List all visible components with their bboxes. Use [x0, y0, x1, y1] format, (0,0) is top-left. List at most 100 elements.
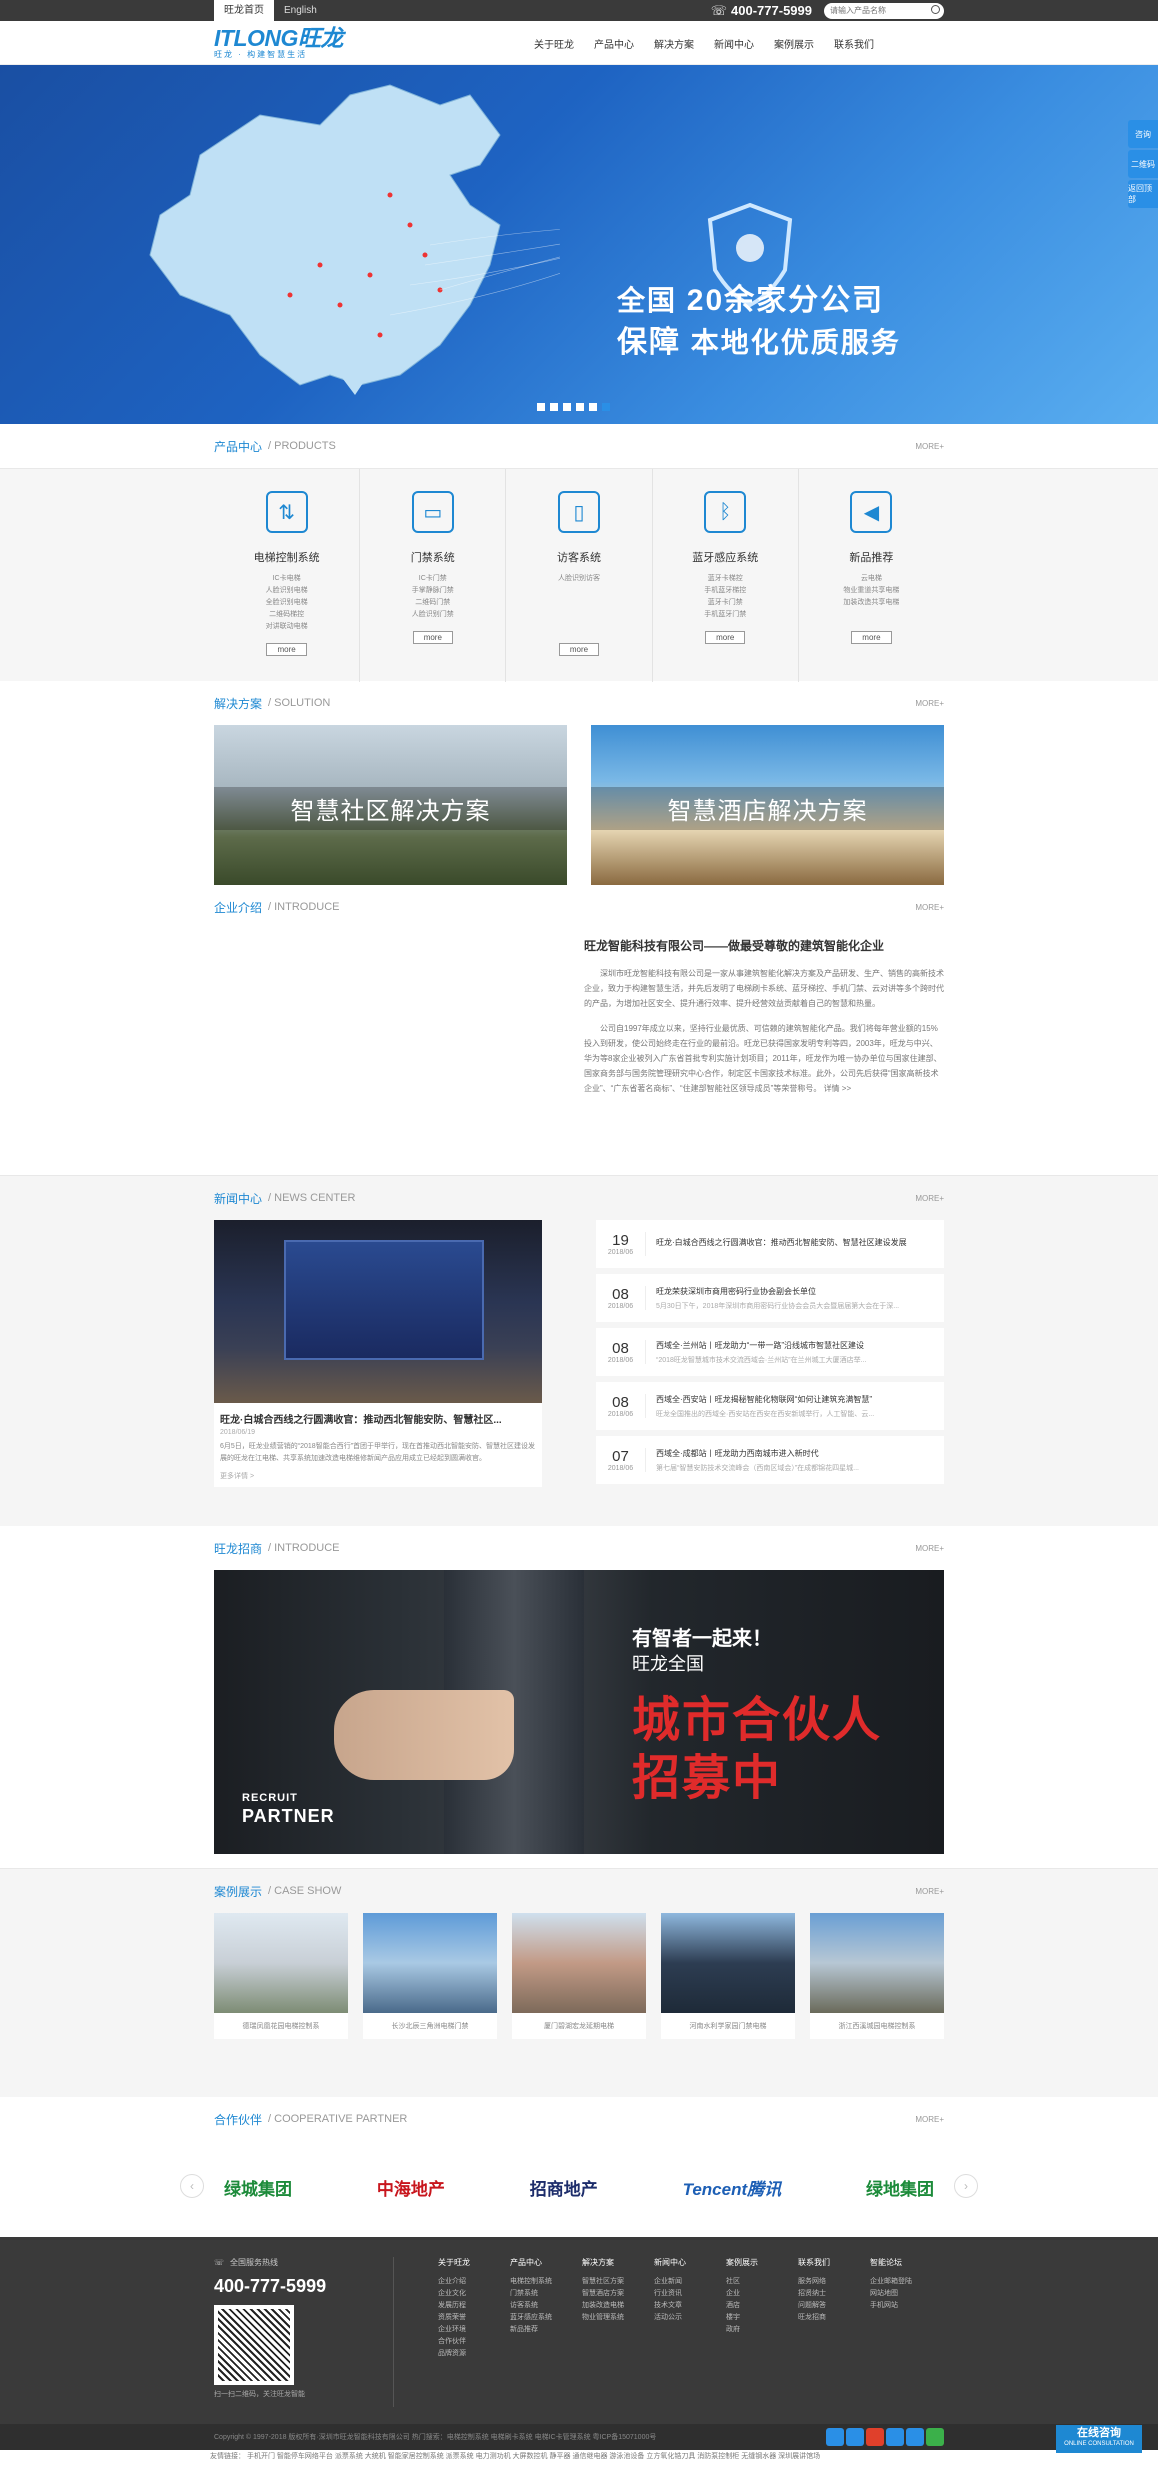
banner-dot[interactable]: [537, 403, 545, 411]
product-card[interactable]: ⇅ 电梯控制系统 IC卡电梯 人脸识别电梯 全脸识别电梯 二维码梯控 对讲联动电…: [214, 469, 361, 682]
product-sub[interactable]: 加装改造共享电梯: [843, 597, 899, 609]
product-sub[interactable]: 物业重道共享电梯: [843, 585, 899, 597]
news-title[interactable]: 西域全·兰州站丨旺龙助力“一带一路”沿线城市智慧社区建设: [656, 1340, 866, 1351]
partner-logo[interactable]: 招商地产: [530, 2175, 598, 2200]
nav-solutions[interactable]: 解决方案: [644, 36, 704, 51]
back-to-top-button[interactable]: 返回顶部: [1128, 180, 1158, 208]
case-caption[interactable]: 德瑞凤凰花园电梯控制系: [214, 2013, 348, 2039]
footer-link[interactable]: 企业邮箱登陆: [870, 2276, 942, 2288]
news-item[interactable]: 08 2018/06 西域全·西安站丨旺龙揭秘智能化物联网“如何让建筑充满智慧” 旺…: [596, 1382, 944, 1430]
footer-col-heading[interactable]: 智能论坛: [870, 2257, 942, 2268]
more-link[interactable]: MORE+: [915, 1194, 944, 1203]
product-sub[interactable]: 二维码梯控: [269, 609, 304, 621]
chevron-right-icon[interactable]: ›: [954, 2174, 978, 2198]
product-more-button[interactable]: more: [705, 631, 746, 644]
footer-link[interactable]: 企业: [726, 2288, 798, 2300]
footer-link[interactable]: 发展历程: [438, 2300, 510, 2312]
product-sub[interactable]: IC卡电梯: [273, 573, 301, 585]
case-image[interactable]: [512, 1913, 646, 2013]
solution-card-community[interactable]: 智慧社区解决方案: [214, 725, 567, 885]
footer-link[interactable]: 企业介绍: [438, 2276, 510, 2288]
footer-link[interactable]: 企业环境: [438, 2324, 510, 2336]
nav-contact[interactable]: 联系我们: [824, 36, 884, 51]
case-image[interactable]: [661, 1913, 795, 2013]
case-card[interactable]: 长沙北辰三角洲电梯门禁: [363, 1913, 497, 2039]
footer-link[interactable]: 服务网络: [798, 2276, 870, 2288]
product-sub[interactable]: 人脸识别电梯: [266, 585, 308, 597]
product-sub[interactable]: 手机蓝牙门禁: [704, 609, 746, 621]
nav-news[interactable]: 新闻中心: [704, 36, 764, 51]
banner-dot[interactable]: [589, 403, 597, 411]
nav-products[interactable]: 产品中心: [584, 36, 644, 51]
case-card[interactable]: 德瑞凤凰花园电梯控制系: [214, 1913, 348, 2039]
product-sub[interactable]: 全脸识别电梯: [266, 597, 308, 609]
banner-dot[interactable]: [550, 403, 558, 411]
product-sub[interactable]: IC卡门禁: [419, 573, 447, 585]
footer-link[interactable]: 技术文章: [654, 2300, 726, 2312]
news-feature-title[interactable]: 旺龙·白城合西线之行圆满收官：推动西北智能安防、智慧社区... 2018/06/…: [214, 1403, 542, 1441]
case-caption[interactable]: 厦门碧湖宏龙延期电梯: [512, 2013, 646, 2039]
footer-link[interactable]: 企业新闻: [654, 2276, 726, 2288]
banner-dot-active[interactable]: [602, 403, 610, 411]
product-more-button[interactable]: more: [266, 643, 307, 656]
footer-link[interactable]: 行业资讯: [654, 2288, 726, 2300]
more-link[interactable]: MORE+: [915, 699, 944, 708]
news-feature[interactable]: 旺龙·白城合西线之行圆满收官：推动西北智能安防、智慧社区... 2018/06/…: [214, 1220, 542, 1487]
footer-link[interactable]: 社区: [726, 2276, 798, 2288]
news-item[interactable]: 07 2018/06 西域全·成都站丨旺龙助力西南城市进入新时代 第七届“智慧安防技…: [596, 1436, 944, 1484]
product-card[interactable]: ᛒ 蓝牙感应系统 蓝牙卡梯控 手机蓝牙梯控 蓝牙卡门禁 手机蓝牙门禁 more: [653, 469, 799, 682]
footer-link[interactable]: 智慧社区方案: [582, 2276, 654, 2288]
friend-links[interactable]: 友情链接： 手机开门 智能停车网络平台 派票系统 大统机 智能家居控制系统 派票…: [0, 2450, 1158, 2464]
chevron-left-icon[interactable]: ‹: [180, 2174, 204, 2198]
hero-banner[interactable]: 全国 20余家分公司 保障 本地化优质服务: [0, 65, 1158, 424]
product-sub[interactable]: 二维码门禁: [415, 597, 450, 609]
share-weibo-icon[interactable]: [866, 2428, 884, 2446]
product-more-button[interactable]: more: [851, 631, 892, 644]
product-card[interactable]: ▯ 访客系统 人脸识别访客 more: [506, 469, 653, 682]
footer-link[interactable]: 企业文化: [438, 2288, 510, 2300]
footer-link[interactable]: 问题解答: [798, 2300, 870, 2312]
recruit-banner[interactable]: 有智者一起来！ 旺龙全国 城市合伙人 招募中 RECRUIT PARTNER: [214, 1570, 944, 1854]
product-sub[interactable]: 云电梯: [861, 573, 882, 585]
search-input[interactable]: [824, 2, 944, 19]
product-sub[interactable]: 蓝牙卡门禁: [708, 597, 743, 609]
footer-col-heading[interactable]: 联系我们: [798, 2257, 870, 2268]
product-sub[interactable]: 对讲联动电梯: [266, 621, 308, 633]
case-card[interactable]: 厦门碧湖宏龙延期电梯: [512, 1913, 646, 2039]
footer-link[interactable]: 楼宇: [726, 2312, 798, 2324]
footer-link[interactable]: 加装改造电梯: [582, 2300, 654, 2312]
footer-link[interactable]: 旺龙招商: [798, 2312, 870, 2324]
footer-link[interactable]: 资质荣誉: [438, 2312, 510, 2324]
news-feature-image[interactable]: [214, 1220, 542, 1403]
product-card[interactable]: ▭ 门禁系统 IC卡门禁 手掌静脉门禁 二维码门禁 人脸识别门禁 more: [360, 469, 507, 682]
product-more-button[interactable]: more: [558, 643, 600, 656]
footer-col-heading[interactable]: 产品中心: [510, 2257, 582, 2268]
qrcode-float-button[interactable]: 二维码: [1128, 150, 1158, 178]
news-title[interactable]: 旺龙荣获深圳市商用密码行业协会副会长单位: [656, 1286, 899, 1297]
case-caption[interactable]: 长沙北辰三角洲电梯门禁: [363, 2013, 497, 2039]
consult-float-button[interactable]: 咨询: [1128, 120, 1158, 148]
product-sub[interactable]: 手掌静脉门禁: [412, 585, 454, 597]
news-title[interactable]: 旺龙·白城合西线之行圆满收官：推动西北智能安防、智慧社区建设发展: [656, 1237, 907, 1248]
case-card[interactable]: 浙江西溪城园电梯控制系: [810, 1913, 944, 2039]
footer-col-heading[interactable]: 案例展示: [726, 2257, 798, 2268]
footer-link[interactable]: 活动公示: [654, 2312, 726, 2324]
footer-link[interactable]: 手机网站: [870, 2300, 942, 2312]
lang-en-link[interactable]: English: [274, 0, 327, 21]
footer-link[interactable]: 新品推荐: [510, 2324, 582, 2336]
product-more-button[interactable]: more: [412, 631, 453, 644]
banner-dot[interactable]: [576, 403, 584, 411]
case-image[interactable]: [214, 1913, 348, 2013]
partner-logo[interactable]: Tencent腾讯: [683, 2175, 782, 2200]
partner-logo[interactable]: 绿地集团: [866, 2175, 934, 2200]
product-sub[interactable]: 人脸识别门禁: [412, 609, 454, 621]
product-sub[interactable]: 人脸识别访客: [558, 573, 600, 585]
footer-col-heading[interactable]: 新闻中心: [654, 2257, 726, 2268]
product-card[interactable]: ◀ 新品推荐 云电梯 物业重道共享电梯 加装改造共享电梯 more: [799, 469, 944, 682]
news-title[interactable]: 西域全·西安站丨旺龙揭秘智能化物联网“如何让建筑充满智慧”: [656, 1394, 874, 1405]
case-image[interactable]: [810, 1913, 944, 2013]
more-link[interactable]: MORE+: [915, 903, 944, 912]
case-caption[interactable]: 浙江西溪城园电梯控制系: [810, 2013, 944, 2039]
case-caption[interactable]: 河南水利学家园门禁电梯: [661, 2013, 795, 2039]
more-link[interactable]: MORE+: [915, 1544, 944, 1553]
